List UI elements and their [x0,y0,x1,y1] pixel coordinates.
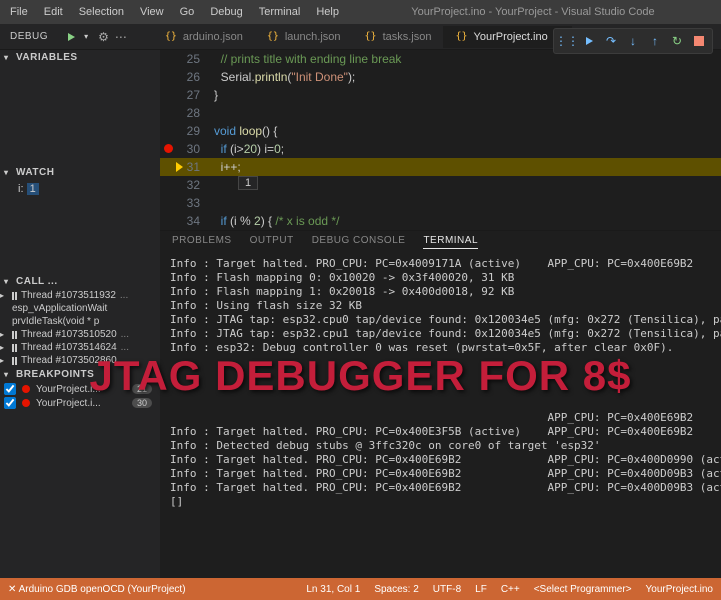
variables-section-header[interactable]: ▾ VARIABLES [0,50,160,65]
panel-tab-debug-console[interactable]: DEBUG CONSOLE [312,235,406,249]
restart-button[interactable]: ↻ [667,32,687,50]
tab-launch-json[interactable]: {}launch.json [255,26,353,48]
menu-debug[interactable]: Debug [202,6,250,18]
chevron-down-icon: ▾ [4,168,12,177]
inline-value-hint: 1 [238,176,258,190]
file-icon: {} [365,31,377,42]
status-item[interactable]: Ln 31, Col 1 [306,584,360,595]
breakpoint-glyph[interactable] [164,144,173,153]
drag-handle-icon[interactable]: ⋮⋮ [557,32,577,50]
tab-arduino-json[interactable]: {}arduino.json [153,26,255,48]
panel-tab-output[interactable]: OUTPUT [250,235,294,249]
callstack-item[interactable]: ▸Thread #1073502860 ... [0,354,160,367]
current-line-arrow-icon [176,162,183,172]
debug-more-icon[interactable]: ⋯ [115,30,127,44]
chevron-down-icon: ▾ [4,277,12,286]
debug-floating-toolbar: ⋮⋮ ↷ ↓ ↑ ↻ [553,28,713,54]
titlebar: FileEditSelectionViewGoDebugTerminalHelp… [0,0,721,24]
status-item[interactable]: C++ [501,584,520,595]
menu-help[interactable]: Help [308,6,347,18]
panel-tab-problems[interactable]: PROBLEMS [172,235,232,249]
menu-selection[interactable]: Selection [71,6,132,18]
continue-button[interactable] [579,32,599,50]
status-item[interactable]: <Select Programmer> [534,584,632,595]
breakpoint-dot-icon [22,399,30,407]
watch-item[interactable]: i: 1 [18,182,160,196]
step-into-button[interactable]: ↓ [623,32,643,50]
terminal-output[interactable]: Info : Target halted. PRO_CPU: PC=0x4009… [160,253,721,578]
breakpoint-checkbox[interactable] [4,397,16,409]
code-editor[interactable]: 1 25 // prints title with ending line br… [160,50,721,230]
statusbar: ✕ Arduino GDB openOCD (YourProject) Ln 3… [0,578,721,600]
menu-view[interactable]: View [132,6,172,18]
watch-section-header[interactable]: ▾ WATCH [0,165,160,180]
menu-terminal[interactable]: Terminal [251,6,309,18]
callstack-item[interactable]: esp_vApplicationWait [0,302,160,315]
stop-button[interactable] [689,32,709,50]
file-icon: {} [165,31,177,42]
pause-icon [12,292,17,300]
breakpoint-checkbox[interactable] [4,383,16,395]
breakpoint-item[interactable]: YourProject.i...30 [0,396,160,410]
callstack-item[interactable]: prvIdleTask(void * p [0,315,160,328]
start-debug-button[interactable] [64,30,78,44]
status-item[interactable]: Spaces: 2 [374,584,418,595]
file-icon: {} [455,31,467,42]
callstack-item[interactable]: ▸Thread #1073511932 ... [0,289,160,302]
menu-file[interactable]: File [2,6,36,18]
debug-config-dropdown[interactable]: ▾ [84,32,92,41]
debug-settings-icon[interactable]: ⚙ [98,30,109,44]
status-debug-config[interactable]: ✕ Arduino GDB openOCD (YourProject) [8,584,186,595]
breakpoints-label: BREAKPOINTS [16,369,94,380]
pause-icon [12,357,17,365]
step-out-button[interactable]: ↑ [645,32,665,50]
panel-tabs: PROBLEMS OUTPUT DEBUG CONSOLE TERMINAL [160,230,721,253]
menu-edit[interactable]: Edit [36,6,71,18]
debug-label: DEBUG [0,31,58,42]
breakpoint-item[interactable]: YourProject.i...21 [0,382,160,396]
pause-icon [12,344,17,352]
callstack-item[interactable]: ▸Thread #1073514624 ... [0,341,160,354]
callstack-label: CALL ... [16,276,58,287]
status-item[interactable]: YourProject.ino [646,584,713,595]
pause-icon [12,331,17,339]
callstack-item[interactable]: ▸Thread #1073510520 ... [0,328,160,341]
breakpoints-section-header[interactable]: ▾ BREAKPOINTS [0,367,160,382]
callstack-section-header[interactable]: ▾ CALL ... [0,274,160,289]
window-title: YourProject.ino - YourProject - Visual S… [347,6,719,18]
file-icon: {} [267,31,279,42]
breakpoint-dot-icon [22,385,30,393]
status-item[interactable]: UTF-8 [433,584,461,595]
watch-label: WATCH [16,167,54,178]
panel-tab-terminal[interactable]: TERMINAL [423,235,478,249]
status-item[interactable]: LF [475,584,487,595]
variables-label: VARIABLES [16,52,78,63]
menu-go[interactable]: Go [172,6,203,18]
debug-sidebar: ▾ VARIABLES ▾ WATCH i: 1 ▾ CALL ... ▸Thr… [0,50,160,578]
chevron-down-icon: ▾ [4,53,12,62]
step-over-button[interactable]: ↷ [601,32,621,50]
tab-tasks-json[interactable]: {}tasks.json [353,26,444,48]
chevron-down-icon: ▾ [4,370,12,379]
